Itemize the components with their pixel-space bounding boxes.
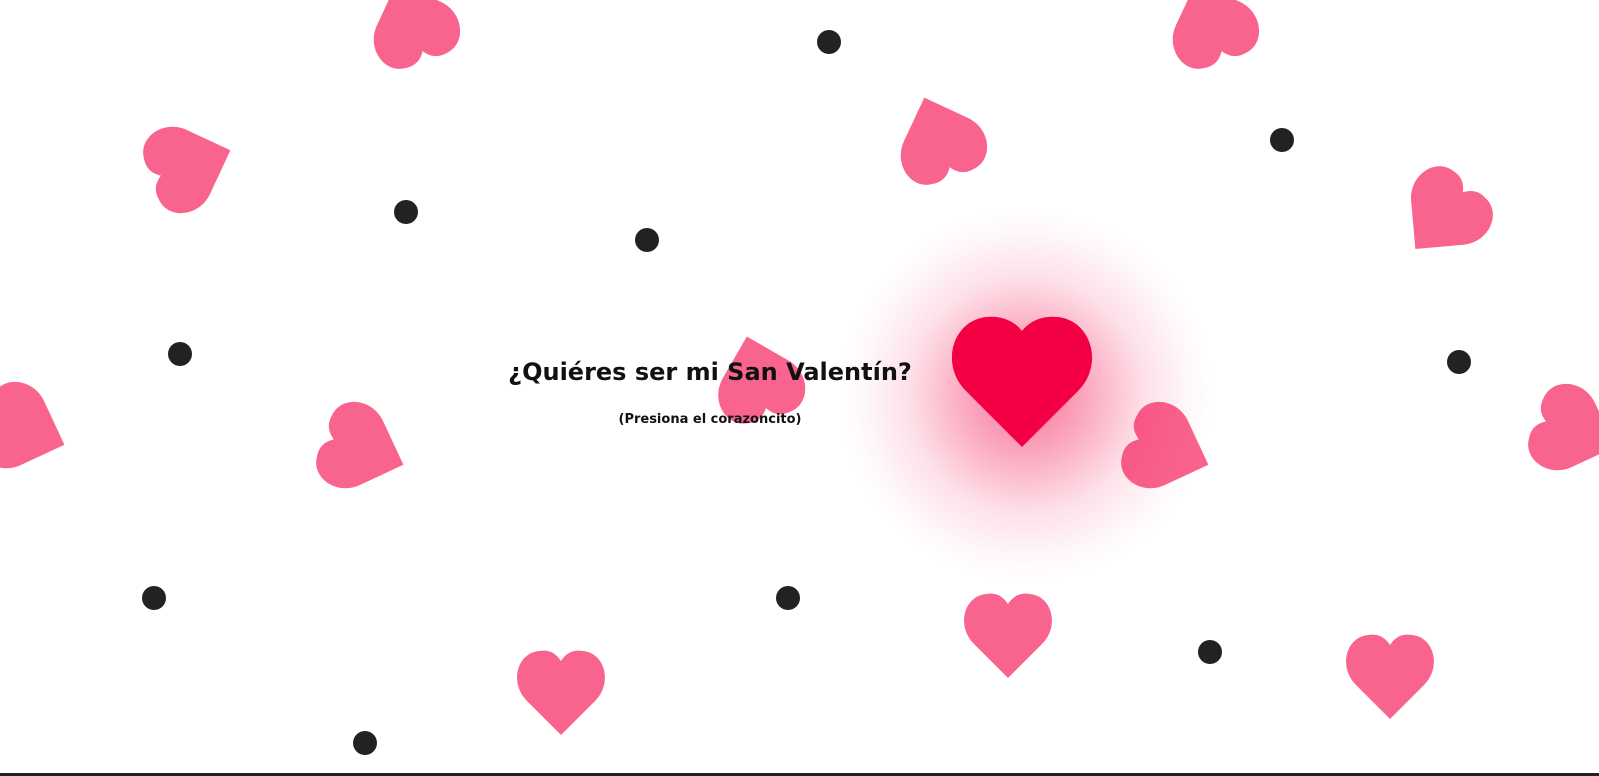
decorative-dot-icon xyxy=(353,731,377,755)
instruction-text: (Presiona el corazoncito) xyxy=(618,412,802,427)
decorative-heart-icon xyxy=(1380,153,1506,278)
decorative-dot-icon xyxy=(1447,350,1471,374)
decorative-heart-icon xyxy=(881,82,997,194)
decorative-heart-icon xyxy=(354,0,470,78)
decorative-heart-icon xyxy=(307,392,419,508)
decorative-heart-icon xyxy=(515,649,607,735)
decorative-dot-icon xyxy=(817,30,841,54)
decorative-dot-icon xyxy=(394,200,418,224)
decorative-dot-icon xyxy=(1198,640,1222,664)
page-title: ¿Quiéres ser mi San Valentín? xyxy=(508,358,912,386)
decorative-heart-icon xyxy=(1153,0,1269,78)
heart-icon xyxy=(951,316,1093,447)
background-pattern xyxy=(0,0,1599,776)
main-heart-button[interactable] xyxy=(950,315,1094,447)
decorative-dot-icon xyxy=(142,586,166,610)
decorative-heart-icon xyxy=(962,592,1054,678)
decorative-dot-icon xyxy=(776,586,800,610)
decorative-heart-icon xyxy=(0,372,80,488)
decorative-dot-icon xyxy=(635,228,659,252)
decorative-heart-icon xyxy=(1344,633,1436,719)
decorative-heart-icon xyxy=(134,107,246,223)
decorative-heart-icon xyxy=(1519,374,1599,490)
decorative-dot-icon xyxy=(168,342,192,366)
decorative-dot-icon xyxy=(1270,128,1294,152)
